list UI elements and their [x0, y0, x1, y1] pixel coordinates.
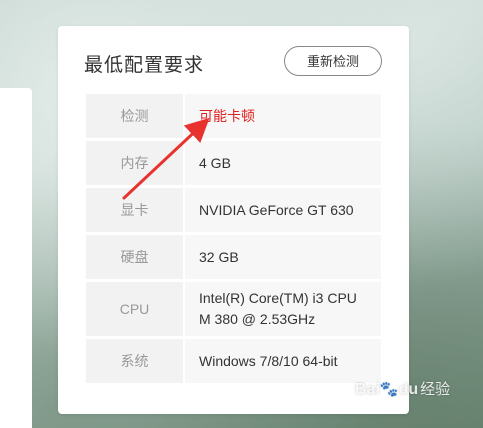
- spec-table: 检测 可能卡顿 内存 4 GB 显卡 NVIDIA GeForce GT 630…: [86, 94, 381, 386]
- disk-value: 32 GB: [185, 235, 381, 279]
- spec-row-gpu: 显卡 NVIDIA GeForce GT 630: [86, 188, 381, 232]
- gpu-value: NVIDIA GeForce GT 630: [185, 188, 381, 232]
- cpu-value-line2: M 380 @ 2.53GHz: [199, 311, 316, 327]
- spec-row-memory: 内存 4 GB: [86, 141, 381, 185]
- spec-label: 显卡: [86, 188, 183, 232]
- watermark-suffix: 经验: [420, 381, 451, 398]
- spec-label: CPU: [86, 282, 183, 336]
- spec-row-detect: 检测 可能卡顿: [86, 94, 381, 138]
- watermark-brand-tail: du: [398, 381, 419, 398]
- os-value: Windows 7/8/10 64-bit: [185, 339, 381, 383]
- spec-label: 检测: [86, 94, 183, 138]
- min-requirements-card: 最低配置要求 重新检测 检测 可能卡顿 内存 4 GB 显卡 NVIDIA Ge…: [58, 26, 409, 414]
- spec-row-cpu: CPU Intel(R) Core(TM) i3 CPU M 380 @ 2.5…: [86, 282, 381, 336]
- spec-row-os: 系统 Windows 7/8/10 64-bit: [86, 339, 381, 383]
- cpu-value-line1: Intel(R) Core(TM) i3 CPU: [199, 290, 357, 306]
- spec-label: 内存: [86, 141, 183, 185]
- spec-row-disk: 硬盘 32 GB: [86, 235, 381, 279]
- spec-label: 硬盘: [86, 235, 183, 279]
- detect-status-value: 可能卡顿: [185, 94, 381, 138]
- baidu-watermark: Bai🐾du 经验: [355, 378, 450, 399]
- card-title: 最低配置要求: [84, 55, 205, 76]
- left-side-panel: [0, 88, 32, 428]
- watermark-brand: Bai: [355, 381, 380, 398]
- recheck-button[interactable]: 重新检测: [284, 46, 382, 76]
- memory-value: 4 GB: [185, 141, 381, 185]
- paw-icon: 🐾: [379, 381, 399, 398]
- spec-label: 系统: [86, 339, 183, 383]
- cpu-value: Intel(R) Core(TM) i3 CPU M 380 @ 2.53GHz: [185, 282, 381, 336]
